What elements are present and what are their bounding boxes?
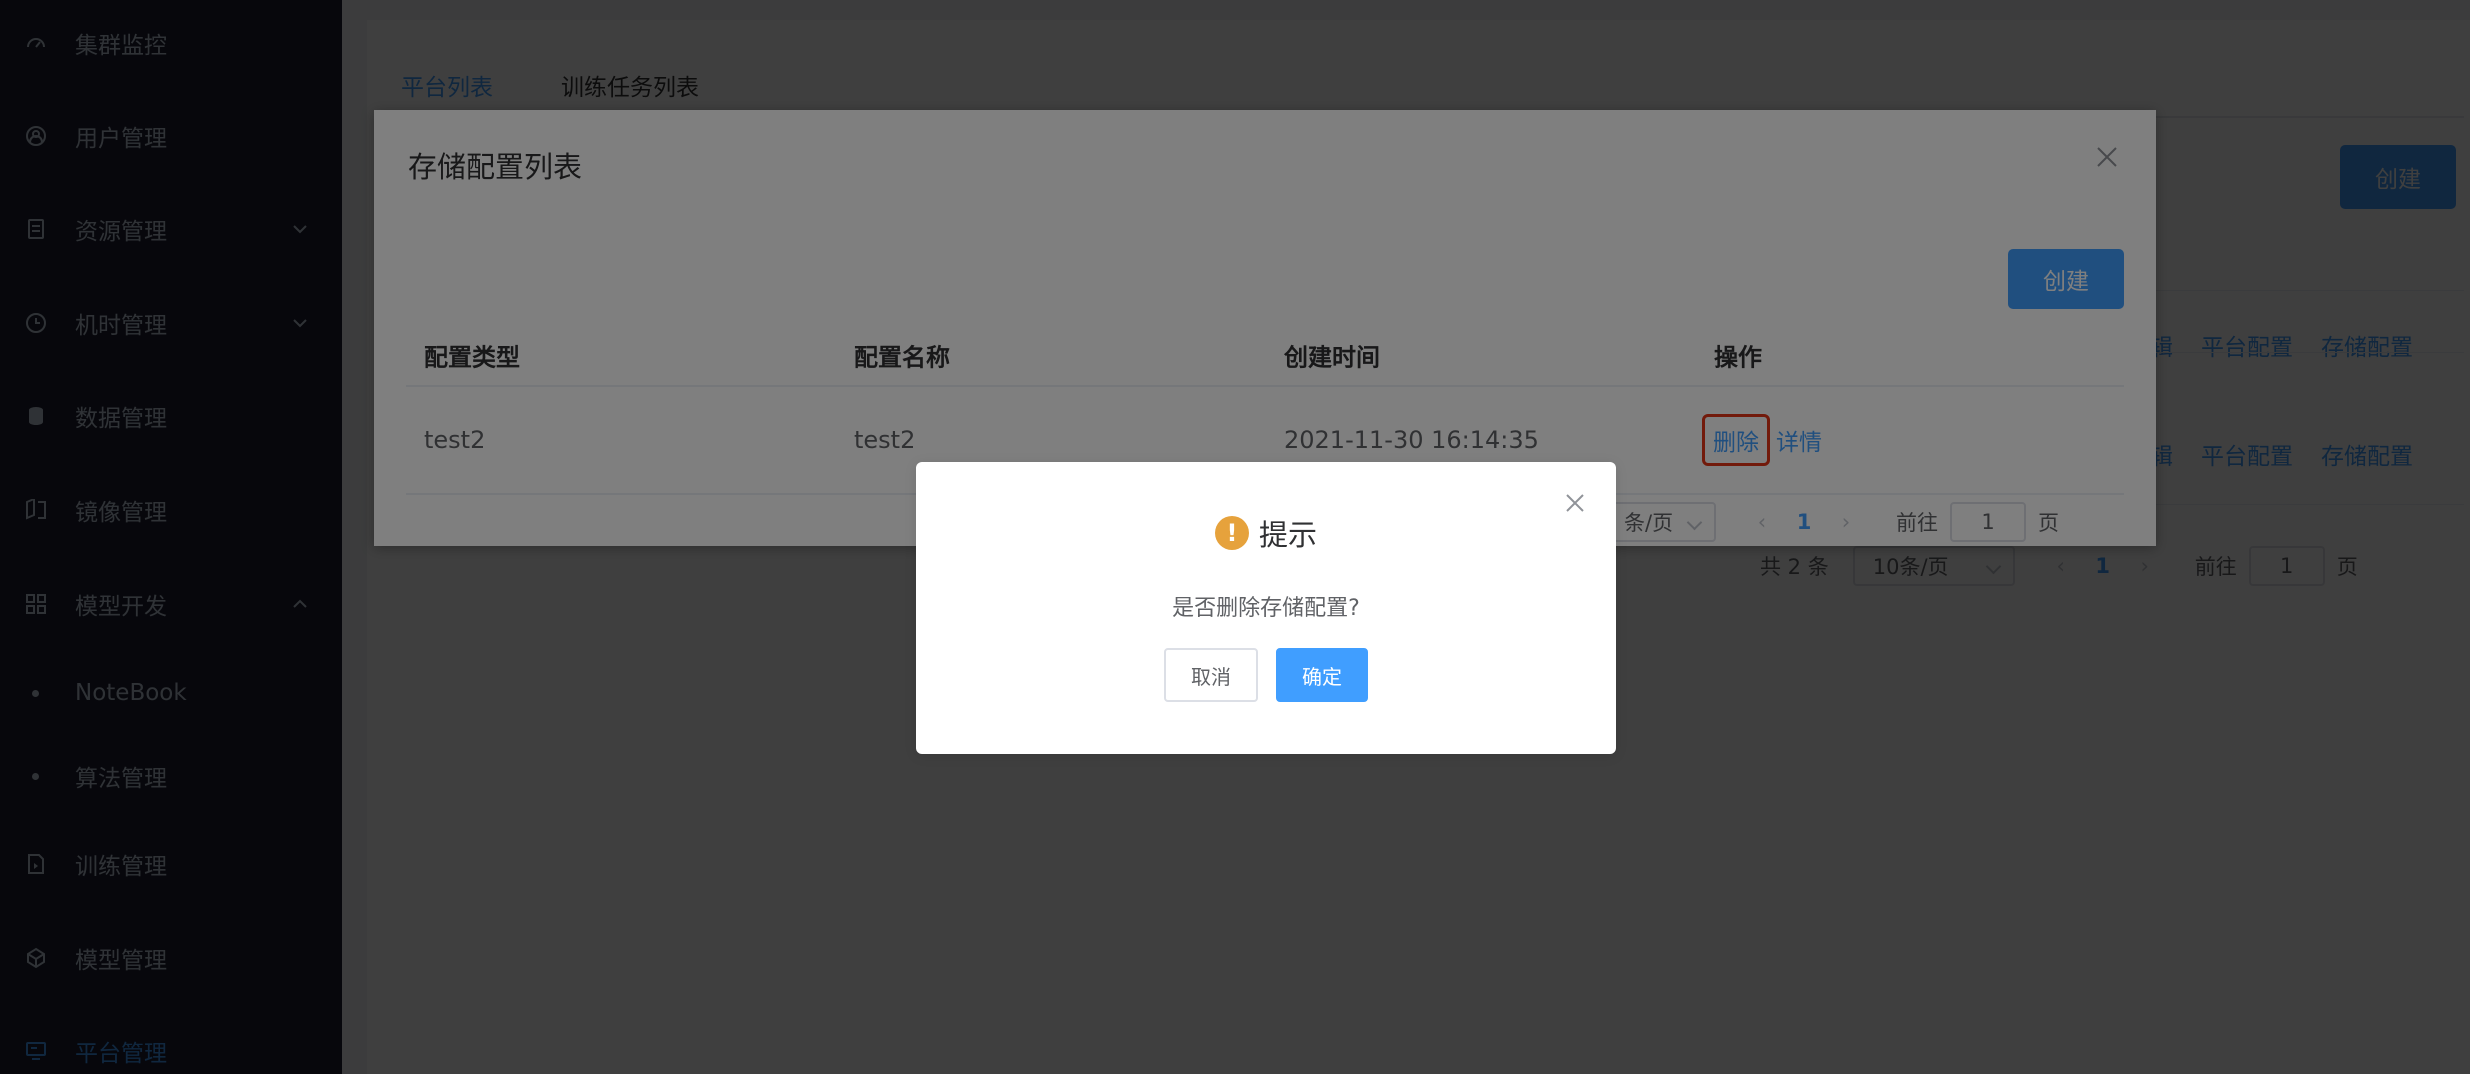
confirm-dialog: ! 提示 是否删除存储配置? 取消 确定 <box>916 462 1616 754</box>
confirm-title: 提示 <box>1258 518 1317 552</box>
cancel-button[interactable]: 取消 <box>1164 648 1258 702</box>
confirm-title-row: ! 提示 <box>916 512 1616 554</box>
warning-icon: ! <box>1214 516 1249 550</box>
confirm-button[interactable]: 确定 <box>1276 648 1368 702</box>
confirm-buttons: 取消 确定 <box>916 648 1616 702</box>
close-icon[interactable] <box>1564 492 1586 514</box>
confirm-message: 是否删除存储配置? <box>1172 596 1360 621</box>
